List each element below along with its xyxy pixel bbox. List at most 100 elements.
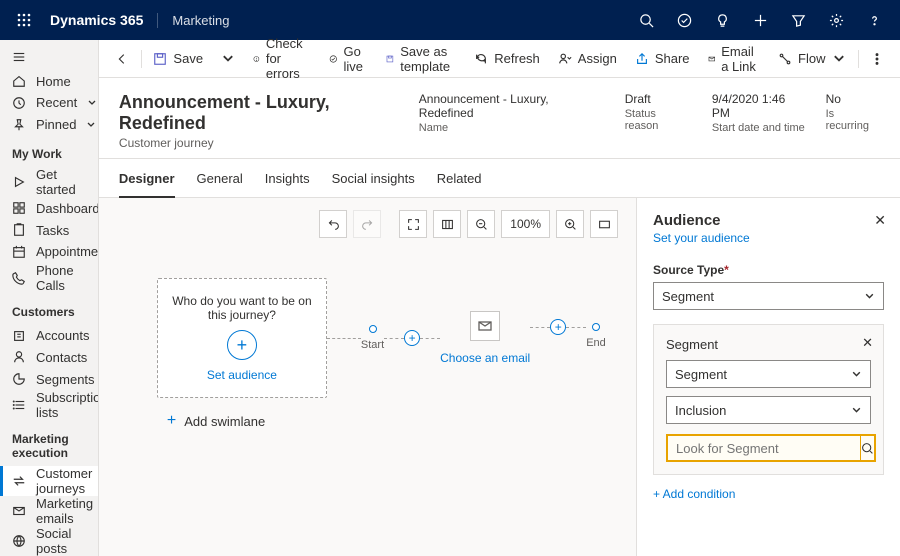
page-title: Announcement - Luxury, Redefined (119, 92, 419, 134)
add-swimlane-button[interactable]: +Add swimlane (167, 412, 265, 430)
nav-sublists-label: Subscription lists (36, 390, 99, 420)
nav-getstarted-label: Get started (36, 167, 88, 197)
nav-memails[interactable]: Marketing emails (0, 496, 98, 526)
end-node (592, 323, 600, 331)
nav-social-label: Social posts (36, 526, 88, 556)
fit-button[interactable] (399, 210, 427, 238)
chevron-down-icon (87, 98, 97, 108)
save-dropdown[interactable] (213, 44, 243, 74)
nav-sublists[interactable]: Subscription lists (0, 390, 98, 420)
save-template-button[interactable]: Save as template (378, 44, 464, 74)
audience-tile[interactable]: Who do you want to be on this journey? +… (157, 278, 327, 398)
nav-contacts-label: Contacts (36, 350, 87, 365)
nav-segments[interactable]: Segments (0, 368, 98, 390)
fullscreen-button[interactable] (590, 210, 618, 238)
segment-block-label: Segment (666, 337, 871, 352)
tab-insights[interactable]: Insights (265, 171, 310, 197)
meta-recurring: No (826, 92, 880, 106)
nav-journeys[interactable]: Customer journeys (0, 466, 98, 496)
settings-icon[interactable] (818, 0, 854, 40)
source-type-select[interactable]: Segment (653, 282, 884, 310)
choose-email-link[interactable]: Choose an email (440, 351, 530, 365)
overflow-button[interactable] (862, 44, 892, 74)
add-audience-button[interactable]: + (227, 330, 257, 360)
nav-group-marketing: Marketing execution (0, 420, 98, 466)
menu-toggle[interactable] (0, 44, 98, 70)
lightbulb-icon[interactable] (704, 0, 740, 40)
nav-pinned-label: Pinned (36, 117, 76, 132)
chevron-down-icon (864, 291, 875, 302)
zoom-in-button[interactable] (556, 210, 584, 238)
nav-social[interactable]: Social posts (0, 526, 98, 556)
redo-button[interactable] (353, 210, 381, 238)
flow-button[interactable]: Flow (770, 44, 853, 74)
nav-contacts[interactable]: Contacts (0, 346, 98, 368)
meta-name: Announcement - Luxury, Redefined (419, 92, 605, 120)
task-icon[interactable] (666, 0, 702, 40)
assign-button[interactable]: Assign (550, 44, 625, 74)
nav-dashboards-label: Dashboards (36, 201, 99, 216)
chevron-down-icon (86, 120, 96, 130)
nav-dashboards[interactable]: Dashboards (0, 197, 98, 219)
nav-accounts[interactable]: Accounts (0, 325, 98, 347)
tab-social[interactable]: Social insights (332, 171, 415, 197)
undo-button[interactable] (319, 210, 347, 238)
meta-status: Draft (625, 92, 692, 106)
nav-phone[interactable]: Phone Calls (0, 263, 98, 293)
add-condition-link[interactable]: + Add condition (653, 487, 884, 501)
close-panel-button[interactable]: ✕ (874, 212, 886, 229)
nav-recent-label: Recent (36, 95, 77, 110)
save-button[interactable]: Save (145, 44, 211, 74)
filter-icon[interactable] (780, 0, 816, 40)
nav-recent[interactable]: Recent (0, 92, 98, 114)
email-node[interactable] (470, 311, 500, 341)
segment-search-button[interactable] (860, 434, 876, 462)
go-live-button[interactable]: Go live (321, 44, 377, 74)
segment-select[interactable]: Segment (666, 360, 871, 388)
set-audience-link[interactable]: Set audience (207, 368, 277, 382)
tab-general[interactable]: General (197, 171, 243, 197)
panel-title: Audience (653, 212, 884, 229)
nav-tasks[interactable]: Tasks (0, 219, 98, 241)
nav-pinned[interactable]: Pinned (0, 114, 98, 136)
nav-appointments-label: Appointments (36, 244, 99, 259)
tab-designer[interactable]: Designer (119, 171, 175, 198)
inclusion-select[interactable]: Inclusion (666, 396, 871, 424)
app-launcher[interactable] (8, 0, 40, 40)
panel-subtitle[interactable]: Set your audience (653, 231, 884, 245)
remove-segment-button[interactable]: ✕ (862, 335, 873, 351)
chevron-down-icon (851, 405, 862, 416)
refresh-button[interactable]: Refresh (466, 44, 548, 74)
tab-related[interactable]: Related (437, 171, 482, 197)
zoom-level[interactable]: 100% (501, 210, 550, 238)
map-button[interactable] (433, 210, 461, 238)
search-icon[interactable] (628, 0, 664, 40)
add-node-button-2[interactable]: + (550, 319, 566, 335)
nav-appointments[interactable]: Appointments (0, 241, 98, 263)
start-node (369, 325, 377, 333)
nav-group-customers: Customers (0, 293, 98, 325)
email-link-button[interactable]: Email a Link (700, 44, 769, 74)
nav-getstarted[interactable]: Get started (0, 167, 98, 197)
meta-start: 9/4/2020 1:46 PM (712, 92, 806, 120)
add-node-button[interactable]: + (404, 330, 420, 346)
nav-journeys-label: Customer journeys (36, 466, 92, 496)
check-errors-button[interactable]: Check for errors (245, 44, 319, 74)
page-subtitle: Customer journey (119, 136, 419, 150)
nav-accounts-label: Accounts (36, 328, 89, 343)
nav-group-mywork: My Work (0, 135, 98, 167)
help-icon[interactable] (856, 0, 892, 40)
brand-title: Dynamics 365 (40, 12, 153, 28)
zoom-out-button[interactable] (467, 210, 495, 238)
add-icon[interactable] (742, 0, 778, 40)
nav-memails-label: Marketing emails (36, 496, 93, 526)
share-button[interactable]: Share (627, 44, 698, 74)
segment-search-input[interactable] (666, 434, 860, 462)
module-name[interactable]: Marketing (157, 13, 229, 28)
nav-tasks-label: Tasks (36, 223, 69, 238)
back-button[interactable] (107, 44, 137, 74)
nav-home[interactable]: Home (0, 70, 98, 92)
nav-segments-label: Segments (36, 372, 95, 387)
chevron-down-icon (851, 369, 862, 380)
nav-phone-label: Phone Calls (36, 263, 88, 293)
